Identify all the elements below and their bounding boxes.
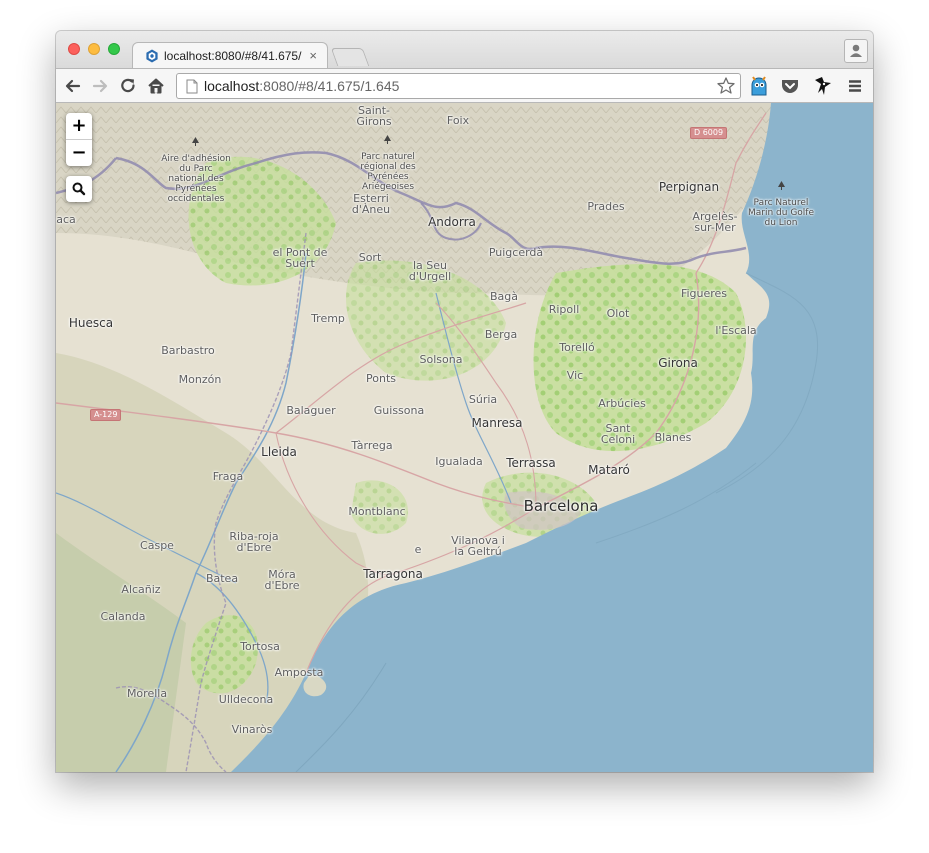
road-shield-d6009: D 6009 xyxy=(690,127,728,139)
place-label: aca xyxy=(56,213,76,226)
ninja-extension-icon[interactable] xyxy=(812,75,834,97)
place-label-capital: Barcelona xyxy=(523,497,599,515)
url-text[interactable]: localhost:8080/#8/41.675/1.645 xyxy=(204,78,399,94)
place-label: Fraga xyxy=(212,470,244,483)
place-label: Riba-roja d'Ebre xyxy=(229,530,279,554)
place-label: Súria xyxy=(468,393,498,406)
close-window-button[interactable] xyxy=(68,43,80,55)
place-label: Blanes xyxy=(654,431,692,444)
place-label: Vilanova i la Geltrú xyxy=(451,534,505,558)
place-label: Manresa xyxy=(471,416,523,430)
map-viewport[interactable]: D 6009 A-129 Aire d'adhésion du Parc natio… xyxy=(56,103,873,772)
place-label: Amposta xyxy=(274,666,324,679)
new-tab-button[interactable] xyxy=(330,48,370,66)
place-label: Argelès-sur-Mer xyxy=(692,210,738,234)
place-label: Morella xyxy=(126,687,168,700)
road-shield-a129: A-129 xyxy=(90,409,122,421)
place-label: Balaguer xyxy=(286,404,336,417)
place-label: Torelló xyxy=(559,341,595,354)
place-label: Bagà xyxy=(489,290,519,303)
browser-window: localhost:8080/#8/41.675/ × localhost:80… xyxy=(56,31,873,772)
tab-title: localhost:8080/#8/41.675/ xyxy=(164,49,302,63)
place-label: Guissona xyxy=(373,404,425,417)
menu-icon[interactable] xyxy=(844,75,866,97)
ghost-extension-icon[interactable] xyxy=(748,75,770,97)
place-label: Girona xyxy=(658,356,698,370)
place-label: Vinaròs xyxy=(231,723,273,736)
zoom-out-button[interactable]: − xyxy=(66,140,92,166)
place-label: Berga xyxy=(484,328,518,341)
place-label: Móra d'Ebre xyxy=(264,568,300,592)
place-label: Terrassa xyxy=(506,456,556,470)
place-label: Sort xyxy=(358,251,382,264)
tab-bar: localhost:8080/#8/41.675/ × xyxy=(56,31,873,69)
page-icon xyxy=(186,79,198,94)
park-label: Parc Naturel Marin du Golfe du Lion xyxy=(747,198,815,228)
person-icon xyxy=(850,44,862,57)
place-label: Olot xyxy=(606,307,630,320)
browser-toolbar: localhost:8080/#8/41.675/1.645 xyxy=(56,68,873,103)
profile-button[interactable] xyxy=(844,39,868,63)
place-label: Arbúcies xyxy=(598,397,646,410)
place-label: Calanda xyxy=(100,610,146,623)
place-label: el Pont de Suert xyxy=(272,246,328,270)
place-label: Sant Celoni xyxy=(600,422,636,446)
place-label: Montblanc xyxy=(348,505,406,518)
park-label: Parc naturel régional des Pyrénées Ariégeoi… xyxy=(360,152,416,192)
search-icon xyxy=(72,182,86,196)
place-label: Mataró xyxy=(588,463,630,477)
place-label: e xyxy=(414,543,422,556)
place-label: Foix xyxy=(446,114,470,127)
browser-tab[interactable]: localhost:8080/#8/41.675/ × xyxy=(132,42,328,69)
favicon-icon xyxy=(146,49,158,63)
place-label: Solsona xyxy=(419,353,463,366)
place-label: Tàrrega xyxy=(351,439,393,452)
place-label: Tortosa xyxy=(240,640,280,653)
place-label: Ponts xyxy=(366,372,396,385)
place-label: l'Escala xyxy=(715,324,757,337)
place-label: Tremp xyxy=(311,312,345,325)
place-label: Prades xyxy=(587,200,625,213)
forward-arrow-icon[interactable] xyxy=(90,76,110,96)
place-label: Igualada xyxy=(435,455,483,468)
park-tree-icon xyxy=(384,135,391,144)
place-label: Puigcerdà xyxy=(488,246,544,259)
place-label: Tarragona xyxy=(363,567,423,581)
place-label: Lleida xyxy=(261,445,297,459)
place-label: Ripoll xyxy=(548,303,580,316)
home-icon[interactable] xyxy=(146,76,166,96)
place-label: la Seu d'Urgell xyxy=(408,259,452,283)
place-label: Barbastro xyxy=(161,344,215,357)
pocket-icon[interactable] xyxy=(779,75,801,97)
minimize-window-button[interactable] xyxy=(88,43,100,55)
reload-icon[interactable] xyxy=(118,76,138,96)
place-label: Monzón xyxy=(178,373,222,386)
tab-close-icon[interactable]: × xyxy=(309,48,317,63)
place-label: Figueres xyxy=(680,287,728,300)
place-label: Perpignan xyxy=(658,180,720,194)
place-label: Alcañiz xyxy=(121,583,161,596)
address-bar[interactable]: localhost:8080/#8/41.675/1.645 xyxy=(176,73,741,99)
map-search-button[interactable] xyxy=(66,176,92,202)
place-label: Ulldecona xyxy=(218,693,274,706)
park-label: Aire d'adhésion du Parc national des Pyréné… xyxy=(161,154,231,204)
place-label: Huesca xyxy=(68,316,114,330)
back-arrow-icon[interactable] xyxy=(63,76,83,96)
zoom-control: + − xyxy=(66,113,92,166)
maximize-window-button[interactable] xyxy=(108,43,120,55)
place-label: Batea xyxy=(205,572,239,585)
place-label: Saint- Girons xyxy=(356,104,392,128)
place-label: Andorra xyxy=(428,215,476,229)
park-tree-icon xyxy=(192,137,199,146)
park-tree-icon xyxy=(778,181,785,190)
bookmark-star-icon[interactable] xyxy=(716,76,736,96)
place-label: Vic xyxy=(566,369,584,382)
place-label: Caspe xyxy=(140,539,174,552)
place-label: Esterri d'Àneu xyxy=(351,192,391,216)
zoom-in-button[interactable]: + xyxy=(66,113,92,140)
